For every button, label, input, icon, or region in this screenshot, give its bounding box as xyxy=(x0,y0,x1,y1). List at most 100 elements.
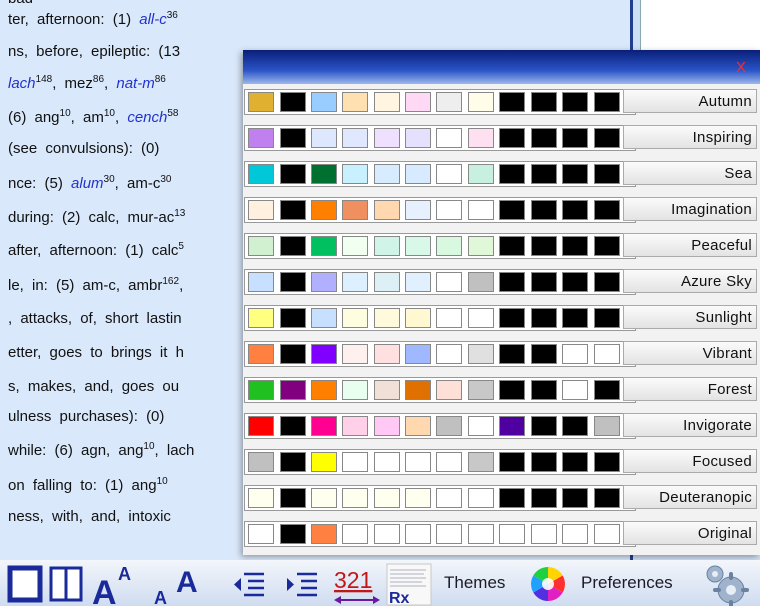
theme-name-button[interactable]: Vibrant xyxy=(623,341,757,365)
rubric-text: , xyxy=(114,109,128,126)
theme-name-button[interactable]: Inspiring xyxy=(623,125,757,149)
theme-row[interactable]: Focused xyxy=(243,444,760,480)
rubric-text: nce: (5) xyxy=(8,175,72,192)
preferences-label[interactable]: Preferences xyxy=(581,573,673,593)
color-swatch xyxy=(374,380,400,400)
color-wheel-icon[interactable] xyxy=(528,565,568,603)
color-swatch xyxy=(436,128,462,148)
color-swatch xyxy=(499,128,525,148)
color-swatch xyxy=(405,416,431,436)
grade-number: 5 xyxy=(178,241,184,252)
color-swatch xyxy=(436,524,462,544)
sort-numbers-icon[interactable]: 321 xyxy=(330,564,382,606)
grade-number: 148 xyxy=(35,74,53,85)
remedy-link[interactable]: nat-m xyxy=(116,75,154,92)
theme-row[interactable]: Original xyxy=(243,516,760,552)
color-swatch xyxy=(594,236,620,256)
rubric-text: , xyxy=(179,277,184,294)
color-swatch xyxy=(436,236,462,256)
repertory-line: while: (6) agn, ang10, lach xyxy=(8,441,194,459)
theme-name-button[interactable]: Autumn xyxy=(623,89,757,113)
color-swatch xyxy=(248,416,274,436)
close-button[interactable]: X xyxy=(736,59,746,76)
color-swatch xyxy=(248,308,274,328)
remedy-link[interactable]: alum xyxy=(71,175,104,192)
theme-swatches xyxy=(244,269,636,295)
theme-name-button[interactable]: Azure Sky xyxy=(623,269,757,293)
gear-icon[interactable] xyxy=(700,561,750,606)
theme-row[interactable]: Autumn xyxy=(243,84,760,120)
repertory-line: le, in: (5) am-c, ambr162, xyxy=(8,276,183,294)
color-swatch xyxy=(280,416,306,436)
color-swatch xyxy=(280,128,306,148)
theme-row[interactable]: Deuteranopic xyxy=(243,480,760,516)
theme-row[interactable]: Inspiring xyxy=(243,120,760,156)
font-smaller-icon[interactable]: A A xyxy=(150,562,224,606)
color-swatch xyxy=(311,272,337,292)
color-swatch xyxy=(531,200,557,220)
theme-row[interactable]: Sunlight xyxy=(243,300,760,336)
theme-name-button[interactable]: Sea xyxy=(623,161,757,185)
color-swatch xyxy=(342,164,368,184)
color-swatch xyxy=(531,236,557,256)
color-swatch xyxy=(405,452,431,472)
color-swatch xyxy=(405,308,431,328)
color-swatch xyxy=(499,380,525,400)
theme-name-button[interactable]: Original xyxy=(623,521,757,545)
color-swatch xyxy=(499,416,525,436)
color-swatch xyxy=(374,272,400,292)
split-pane-icon[interactable] xyxy=(48,565,84,603)
remedy-link[interactable]: all-c xyxy=(139,11,167,28)
prescription-icon[interactable]: Rx xyxy=(386,563,432,606)
color-swatch xyxy=(499,92,525,112)
theme-row[interactable]: Forest xyxy=(243,372,760,408)
color-swatch xyxy=(374,416,400,436)
theme-row[interactable]: Peaceful xyxy=(243,228,760,264)
color-swatch xyxy=(342,272,368,292)
theme-name-button[interactable]: Focused xyxy=(623,449,757,473)
color-swatch xyxy=(562,488,588,508)
rubric-text: le, in: (5) am-c, ambr xyxy=(8,277,163,294)
repertory-line: ns, before, epileptic: (13 xyxy=(8,43,180,60)
color-swatch xyxy=(374,200,400,220)
color-swatch xyxy=(531,524,557,544)
theme-name-button[interactable]: Sunlight xyxy=(623,305,757,329)
color-swatch xyxy=(562,344,588,364)
theme-row[interactable]: Sea xyxy=(243,156,760,192)
color-swatch xyxy=(468,308,494,328)
theme-swatches xyxy=(244,125,636,151)
rubric-text: , xyxy=(104,75,117,92)
themes-label[interactable]: Themes xyxy=(444,573,505,593)
remedy-link[interactable]: cench xyxy=(127,109,167,126)
font-larger-icon[interactable]: A A xyxy=(88,562,150,606)
increase-indent-icon[interactable] xyxy=(285,570,319,598)
theme-name-button[interactable]: Forest xyxy=(623,377,757,401)
theme-row[interactable]: Vibrant xyxy=(243,336,760,372)
color-swatch xyxy=(280,200,306,220)
grade-number: 36 xyxy=(166,10,178,21)
color-swatch xyxy=(468,272,494,292)
grade-number: 10 xyxy=(59,108,71,119)
color-swatch xyxy=(594,308,620,328)
rubric-text: ter, afternoon: (1) xyxy=(8,11,140,28)
remedy-link[interactable]: lach xyxy=(8,75,36,92)
single-pane-icon[interactable] xyxy=(7,565,43,603)
color-swatch xyxy=(531,272,557,292)
decrease-indent-icon[interactable] xyxy=(232,570,266,598)
theme-name-button[interactable]: Imagination xyxy=(623,197,757,221)
color-swatch xyxy=(311,128,337,148)
theme-name-button[interactable]: Invigorate xyxy=(623,413,757,437)
color-swatch xyxy=(531,416,557,436)
repertory-line: etter, goes to brings it h xyxy=(8,344,184,361)
color-swatch xyxy=(499,488,525,508)
color-swatch xyxy=(594,200,620,220)
color-swatch xyxy=(374,488,400,508)
theme-row[interactable]: Azure Sky xyxy=(243,264,760,300)
grade-number: 10 xyxy=(143,441,155,452)
dialog-title-bar[interactable]: X xyxy=(243,50,760,84)
theme-row[interactable]: Imagination xyxy=(243,192,760,228)
theme-row[interactable]: Invigorate xyxy=(243,408,760,444)
theme-name-button[interactable]: Peaceful xyxy=(623,233,757,257)
theme-name-button[interactable]: Deuteranopic xyxy=(623,485,757,509)
rubric-text: , attacks, of, short lastin xyxy=(8,310,182,327)
